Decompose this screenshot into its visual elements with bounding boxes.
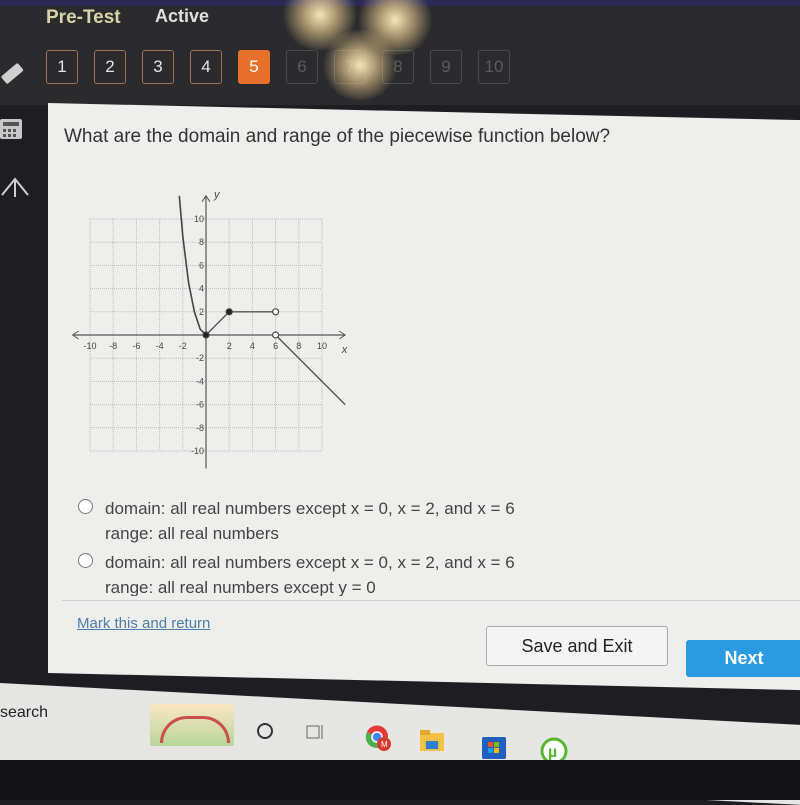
y-tick-label: -6 <box>196 400 204 410</box>
cortana-icon[interactable] <box>256 722 274 740</box>
monitor-bezel <box>0 760 800 800</box>
arrow-up-icon[interactable] <box>0 175 30 204</box>
y-tick-label: 2 <box>199 307 204 317</box>
question-nav-9: 9 <box>430 50 462 84</box>
save-and-exit-button[interactable]: Save and Exit <box>486 626 668 666</box>
x-tick-label: -2 <box>179 341 187 351</box>
file-explorer-icon[interactable] <box>420 730 446 752</box>
pencil-icon[interactable] <box>0 54 28 90</box>
option-range: range: all real numbers <box>105 524 279 543</box>
question-nav-4[interactable]: 4 <box>190 50 222 84</box>
question-nav-7: 7 <box>334 50 366 84</box>
piecewise-graph: -10 -8 -6 -4 -2 2 4 6 8 10 10 8 6 4 2 -2 -4 -6 -8 -10 x y <box>71 189 348 469</box>
y-tick-label: -2 <box>196 353 204 363</box>
question-nav-2[interactable]: 2 <box>94 50 126 84</box>
mark-and-return-link[interactable]: Mark this and return <box>77 615 210 632</box>
x-tick-label: 8 <box>296 341 301 351</box>
option-domain-math: x = 0, x = 2, and x = 6 <box>350 553 515 572</box>
open-endpoint <box>272 308 280 316</box>
taskbar-search[interactable]: search <box>0 704 48 722</box>
svg-text:µ: µ <box>548 744 557 761</box>
x-tick-label: -8 <box>109 341 117 351</box>
microsoft-store-icon[interactable] <box>482 734 508 760</box>
svg-text:M: M <box>381 740 388 749</box>
question-nav-5[interactable]: 5 <box>238 50 270 84</box>
next-button[interactable]: Next <box>686 640 800 677</box>
question-nav-1[interactable]: 1 <box>46 50 78 84</box>
chrome-icon[interactable]: M <box>364 724 394 754</box>
test-status: Active <box>155 6 210 26</box>
y-tick-label: 4 <box>199 284 204 294</box>
search-widget-icon[interactable] <box>150 704 234 746</box>
y-tick-label: 10 <box>194 214 204 224</box>
option-domain: domain: all real numbers except <box>105 553 351 572</box>
radio-button[interactable] <box>78 499 93 514</box>
question-nav-6: 6 <box>286 50 318 84</box>
closed-endpoint <box>225 308 233 316</box>
y-tick-label: -4 <box>196 376 204 386</box>
y-tick-label: 8 <box>199 237 204 247</box>
ray-piece <box>275 334 346 406</box>
radio-button[interactable] <box>78 553 93 568</box>
x-tick-label: -10 <box>83 341 96 351</box>
option-range: range: all real numbers except y = 0 <box>105 578 376 596</box>
x-tick-label: 10 <box>317 341 327 351</box>
window-edge <box>0 0 800 6</box>
calculator-icon[interactable] <box>0 118 22 146</box>
question-nav-8: 8 <box>382 50 414 84</box>
y-tick-label: -8 <box>196 423 204 433</box>
question-nav-3[interactable]: 3 <box>142 50 174 84</box>
y-axis-label: y <box>213 189 221 201</box>
question-text: What are the domain and range of the pie… <box>64 126 611 147</box>
closed-endpoint <box>202 331 210 339</box>
x-tick-label: -6 <box>132 341 140 351</box>
x-tick-label: -4 <box>156 341 164 351</box>
x-tick-label: 6 <box>273 341 278 351</box>
question-nav-10: 10 <box>478 50 510 84</box>
segment-piece <box>205 311 230 336</box>
open-endpoint <box>272 331 280 339</box>
tool-sidebar <box>0 40 45 240</box>
option-domain-math: x = 0, x = 2, and x = 6 <box>350 499 515 518</box>
option-domain: domain: all real numbers except <box>105 499 351 518</box>
test-title: Pre-Test <box>46 7 121 28</box>
answer-options: domain: all real numbers except x = 0, x… <box>78 496 598 596</box>
y-tick-label: -10 <box>191 446 204 456</box>
answer-option-1[interactable]: domain: all real numbers except x = 0, x… <box>78 496 598 546</box>
x-axis-label: x <box>341 344 348 356</box>
task-view-icon[interactable] <box>305 722 325 742</box>
footer-divider <box>62 600 800 601</box>
x-tick-label: 4 <box>250 341 255 351</box>
x-tick-label: 2 <box>227 341 232 351</box>
answer-option-2[interactable]: domain: all real numbers except x = 0, x… <box>78 550 598 596</box>
question-navigation: 1 2 3 4 5 6 7 8 9 10 <box>46 50 510 84</box>
y-tick-label: 6 <box>199 260 204 270</box>
